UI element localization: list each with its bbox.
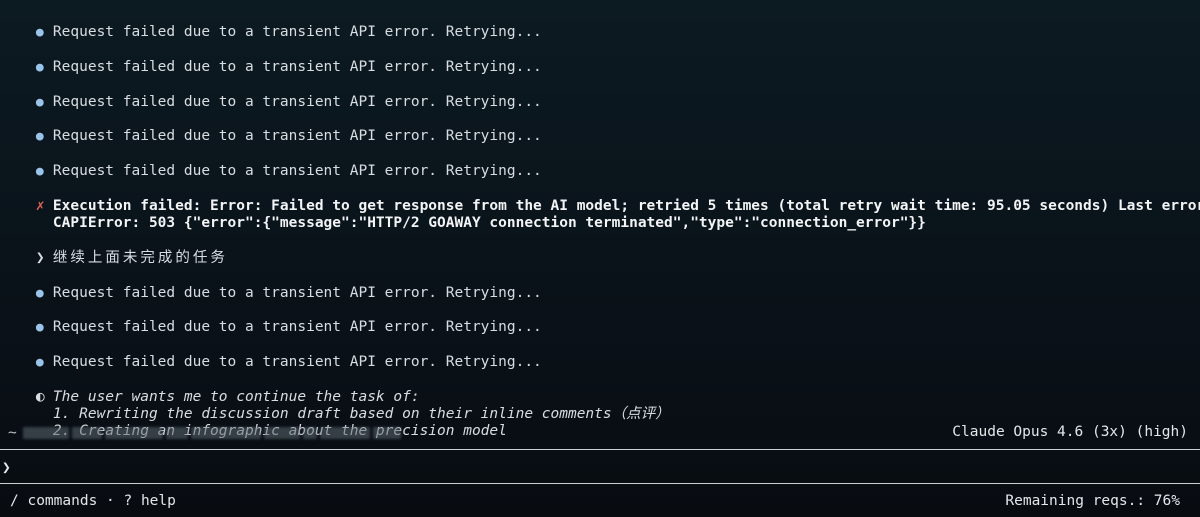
retry-message: Request failed due to a transient API er…: [52, 94, 542, 110]
prompt-chevron-icon: ❯: [35, 250, 45, 266]
error-detail: CAPIError: 503 {"error":{"message":"HTTP…: [52, 215, 926, 231]
bullet-icon: ●: [35, 25, 44, 40]
retry-message: Request failed due to a transient API er…: [52, 59, 542, 75]
cwd-indicator: ~: [8, 424, 401, 442]
bullet-icon: ●: [35, 164, 44, 179]
model-indicator[interactable]: Claude Opus 4.6 (3x) (high): [952, 424, 1188, 441]
remaining-requests: Remaining reqs.: 76%: [1005, 493, 1180, 509]
chat-input-row[interactable]: ❯: [0, 458, 1200, 478]
redacted-path: [22, 427, 401, 439]
retry-message: Request failed due to a transient API er…: [52, 128, 542, 144]
retry-message: Request failed due to a transient API er…: [52, 319, 542, 335]
bullet-icon: ●: [35, 60, 44, 75]
user-prompt-text: 继续上面未完成的任务: [52, 250, 228, 266]
input-prompt-chevron-icon: ❯: [2, 460, 11, 476]
bullet-icon: ●: [35, 286, 44, 301]
home-tilde: ~: [8, 425, 17, 441]
bullet-icon: ●: [35, 95, 44, 110]
bullet-icon: ●: [35, 320, 44, 335]
retry-message: Request failed due to a transient API er…: [52, 24, 542, 40]
help-hint: / commands · ? help: [10, 493, 176, 509]
bullet-icon: ●: [35, 129, 44, 144]
terminal-window: ● Request failed due to a transient API e…: [0, 0, 1200, 517]
chat-input[interactable]: [20, 459, 1200, 477]
retry-message: Request failed due to a transient API er…: [52, 285, 542, 301]
input-bottom-divider: [0, 483, 1200, 484]
bullet-icon: ●: [35, 355, 44, 370]
input-top-divider: [0, 449, 1200, 450]
retry-message: Request failed due to a transient API er…: [52, 354, 542, 370]
retry-message: Request failed due to a transient API er…: [52, 163, 542, 179]
